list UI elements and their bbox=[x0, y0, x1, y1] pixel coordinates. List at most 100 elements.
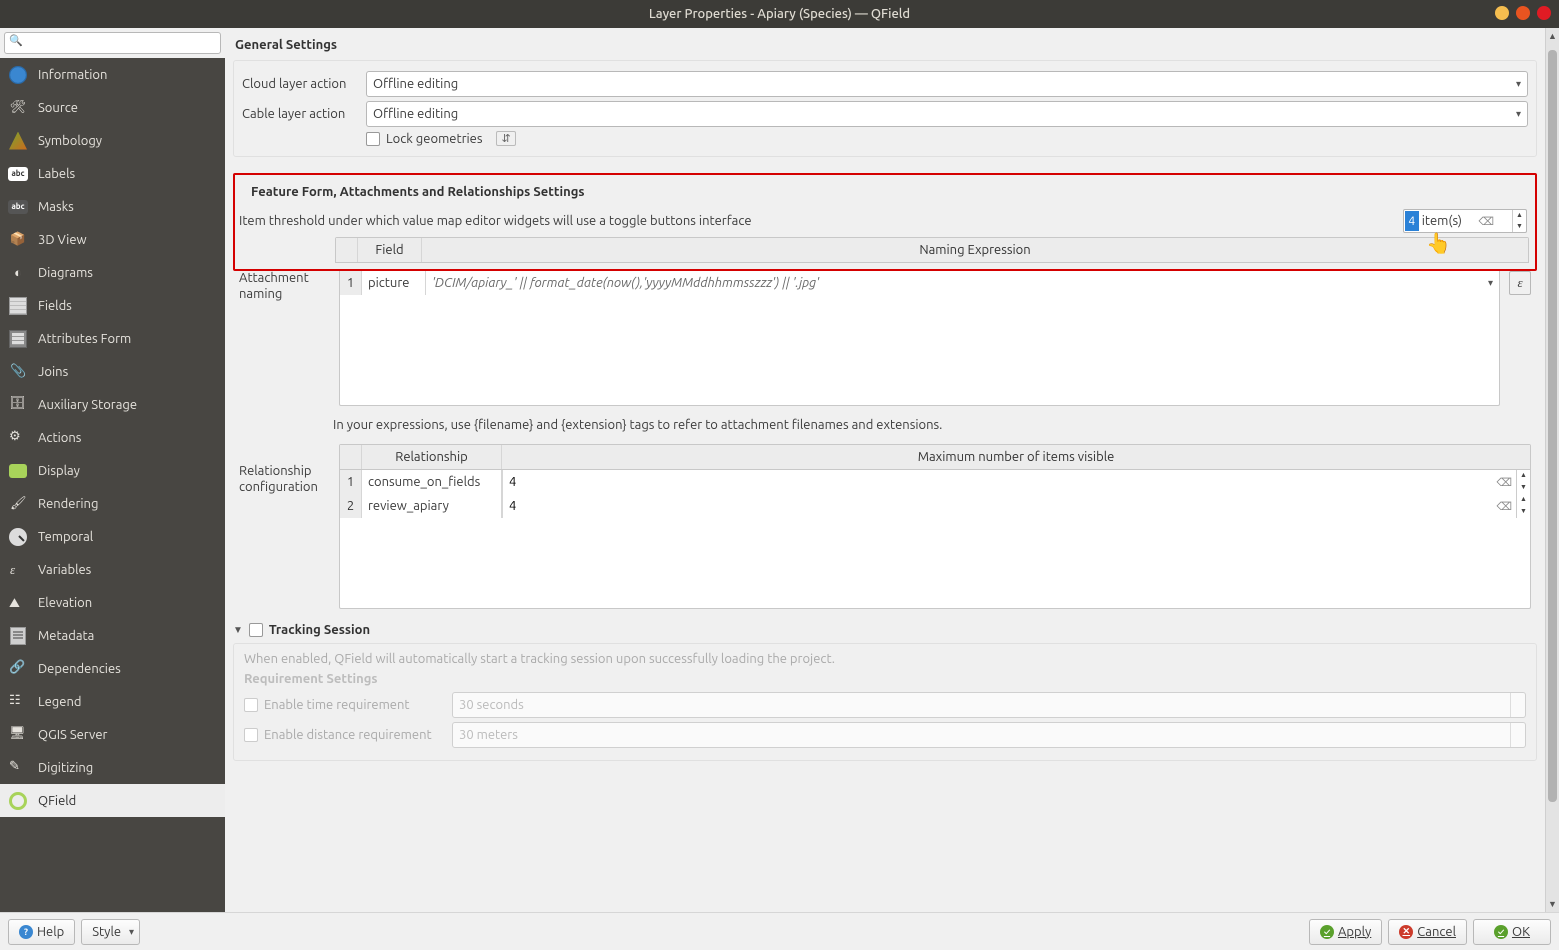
table-row[interactable]: 1 picture 'DCIM/apiary_' || format_date(… bbox=[340, 271, 1499, 295]
sidebar-item-label: Rendering bbox=[38, 497, 98, 511]
sidebar-item-label: Legend bbox=[38, 695, 81, 709]
vertical-scrollbar[interactable]: ▲ ▼ bbox=[1545, 28, 1559, 912]
close-button[interactable] bbox=[1537, 6, 1551, 20]
sidebar-item-label: Source bbox=[38, 101, 78, 115]
attachment-table-header-only: Field Naming Expression bbox=[335, 237, 1529, 263]
sidebar-item-qgis-server[interactable]: 🖥QGIS Server bbox=[0, 718, 225, 751]
sidebar: Information 🛠Source Symbology abcLabels … bbox=[0, 28, 225, 912]
sidebar-item-label: Auxiliary Storage bbox=[38, 398, 137, 412]
help-button[interactable]: ?Help bbox=[8, 919, 75, 945]
epsilon-icon: ε bbox=[10, 562, 26, 578]
sidebar-item-label: QField bbox=[38, 794, 76, 808]
labels-icon: abc bbox=[8, 167, 28, 181]
item-threshold-input[interactable] bbox=[1405, 211, 1419, 231]
sidebar-item-label: Temporal bbox=[38, 530, 93, 544]
table-row[interactable]: 2 review_apiary ⌫ ▲▼ bbox=[340, 494, 1530, 518]
relationship-name-cell: consume_on_fields bbox=[362, 470, 502, 494]
cube-icon: 📦 bbox=[9, 231, 27, 249]
sidebar-item-source[interactable]: 🛠Source bbox=[0, 91, 225, 124]
help-icon: ? bbox=[19, 925, 33, 939]
item-threshold-spinbox[interactable]: item(s)⌫ ▲▼ bbox=[1403, 209, 1527, 233]
relationship-max-input[interactable] bbox=[503, 495, 1492, 517]
sidebar-item-attributes-form[interactable]: Attributes Form bbox=[0, 322, 225, 355]
sidebar-item-diagrams[interactable]: ◐Diagrams bbox=[0, 256, 225, 289]
clear-icon[interactable]: ⌫ bbox=[1478, 215, 1494, 228]
relationship-max-items-spinbox[interactable]: ⌫ ▲▼ bbox=[502, 494, 1530, 518]
brush-icon: 🖌 bbox=[10, 496, 26, 512]
sidebar-item-auxiliary-storage[interactable]: 🗄Auxiliary Storage bbox=[0, 388, 225, 421]
minimize-button[interactable] bbox=[1495, 6, 1509, 20]
masks-icon: abc bbox=[8, 200, 28, 214]
ok-button[interactable]: ✓OK bbox=[1473, 919, 1551, 945]
style-button[interactable]: Style bbox=[81, 919, 140, 945]
clock-icon bbox=[9, 528, 27, 546]
sidebar-item-variables[interactable]: εVariables bbox=[0, 553, 225, 586]
requirement-settings-heading: Requirement Settings bbox=[244, 672, 1526, 686]
sidebar-item-fields[interactable]: Fields bbox=[0, 289, 225, 322]
table-row[interactable]: 1 consume_on_fields ⌫ ▲▼ bbox=[340, 470, 1530, 494]
spin-down-icon[interactable]: ▼ bbox=[1513, 221, 1526, 232]
cloud-layer-action-label: Cloud layer action bbox=[242, 77, 360, 91]
sidebar-item-digitizing[interactable]: ✎Digitizing bbox=[0, 751, 225, 784]
sidebar-item-label: Elevation bbox=[38, 596, 92, 610]
fields-icon bbox=[9, 297, 27, 315]
clear-icon[interactable]: ⌫ bbox=[1492, 476, 1516, 489]
clear-icon[interactable]: ⌫ bbox=[1492, 500, 1516, 513]
form-icon bbox=[9, 330, 27, 348]
scroll-down-icon[interactable]: ▼ bbox=[1546, 896, 1559, 912]
cloud-layer-action-combo[interactable]: Offline editing bbox=[366, 71, 1528, 97]
spin-up-icon[interactable]: ▲ bbox=[1513, 210, 1526, 221]
tracking-description: When enabled, QField will automatically … bbox=[244, 652, 1526, 666]
sidebar-item-masks[interactable]: abcMasks bbox=[0, 190, 225, 223]
sidebar-item-3d-view[interactable]: 📦3D View bbox=[0, 223, 225, 256]
lock-geometries-checkbox[interactable] bbox=[366, 132, 380, 146]
expression-editor-button[interactable]: ε bbox=[1509, 271, 1531, 295]
cancel-button[interactable]: ✕Cancel bbox=[1388, 919, 1467, 945]
cable-layer-action-combo[interactable]: Offline editing bbox=[366, 101, 1528, 127]
display-icon bbox=[9, 464, 27, 478]
sidebar-item-legend[interactable]: ☷Legend bbox=[0, 685, 225, 718]
enable-time-requirement-label: Enable time requirement bbox=[264, 698, 410, 712]
sidebar-item-dependencies[interactable]: 🔗Dependencies bbox=[0, 652, 225, 685]
relationship-max-items-spinbox[interactable]: ⌫ ▲▼ bbox=[502, 470, 1530, 494]
spin-up-icon[interactable]: ▲ bbox=[1517, 470, 1530, 482]
sidebar-item-label: Dependencies bbox=[38, 662, 121, 676]
sidebar-item-qfield[interactable]: QField bbox=[0, 784, 225, 817]
maximize-button[interactable] bbox=[1516, 6, 1530, 20]
sidebar-item-temporal[interactable]: Temporal bbox=[0, 520, 225, 553]
symbology-icon bbox=[9, 132, 27, 150]
tracking-session-checkbox[interactable] bbox=[249, 623, 263, 637]
relationship-max-input[interactable] bbox=[503, 471, 1492, 493]
spin-down-icon[interactable]: ▼ bbox=[1517, 482, 1530, 494]
sidebar-item-metadata[interactable]: Metadata bbox=[0, 619, 225, 652]
spin-down-icon[interactable]: ▼ bbox=[1517, 506, 1530, 518]
apply-button[interactable]: ✓Apply bbox=[1309, 919, 1382, 945]
sidebar-item-joins[interactable]: 📎Joins bbox=[0, 355, 225, 388]
attachment-naming-table[interactable]: 1 picture 'DCIM/apiary_' || format_date(… bbox=[339, 271, 1500, 406]
sidebar-search-input[interactable] bbox=[4, 32, 221, 54]
dialog-footer: ?Help Style ✓Apply ✕Cancel ✓OK bbox=[0, 912, 1559, 950]
sidebar-item-rendering[interactable]: 🖌 Rendering bbox=[0, 487, 225, 520]
titlebar: Layer Properties - Apiary (Species) — QF… bbox=[0, 0, 1559, 28]
sidebar-item-display[interactable]: Display bbox=[0, 454, 225, 487]
relationship-head-max: Maximum number of items visible bbox=[502, 445, 1530, 469]
scroll-up-icon[interactable]: ▲ bbox=[1546, 28, 1559, 44]
sidebar-item-label: Symbology bbox=[38, 134, 102, 148]
sidebar-item-elevation[interactable]: ⛰Elevation bbox=[0, 586, 225, 619]
sidebar-item-label: Diagrams bbox=[38, 266, 93, 280]
sidebar-item-actions[interactable]: ⚙Actions bbox=[0, 421, 225, 454]
lock-geometries-info-icon[interactable]: ⇵ bbox=[496, 131, 515, 146]
relationship-table[interactable]: Relationship Maximum number of items vis… bbox=[339, 444, 1531, 609]
relationship-configuration-label: Relationship configuration bbox=[239, 444, 333, 609]
spin-up-icon[interactable]: ▲ bbox=[1517, 494, 1530, 506]
scrollbar-thumb[interactable] bbox=[1548, 50, 1557, 802]
sidebar-item-information[interactable]: Information bbox=[0, 58, 225, 91]
sidebar-item-symbology[interactable]: Symbology bbox=[0, 124, 225, 157]
gear-icon: ⚙ bbox=[9, 429, 27, 447]
enable-distance-requirement-label: Enable distance requirement bbox=[264, 728, 432, 742]
attachment-expression-cell[interactable]: 'DCIM/apiary_' || format_date(now(),'yyy… bbox=[426, 271, 1499, 295]
tracking-session-collapser[interactable]: ▼ Tracking Session bbox=[233, 623, 1537, 637]
lock-geometries-label: Lock geometries bbox=[386, 132, 482, 146]
sidebar-item-labels[interactable]: abcLabels bbox=[0, 157, 225, 190]
tracking-session-heading: Tracking Session bbox=[269, 623, 370, 637]
